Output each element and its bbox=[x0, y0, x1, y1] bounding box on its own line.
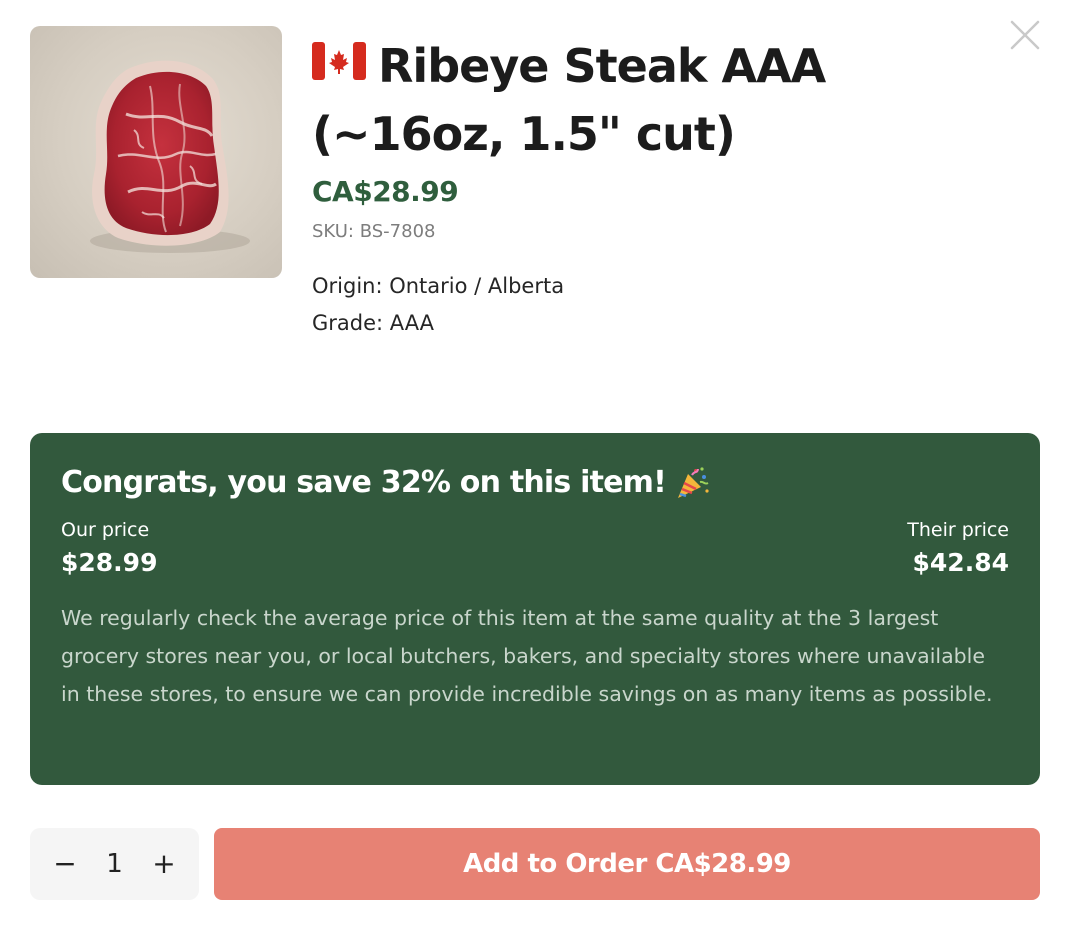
quantity-value: 1 bbox=[106, 849, 123, 879]
close-icon bbox=[1010, 20, 1040, 50]
product-sku: SKU: BS-7808 bbox=[312, 220, 436, 242]
decrement-button[interactable]: − bbox=[52, 850, 78, 878]
add-to-order-button[interactable]: Add to Order CA$28.99 bbox=[214, 828, 1040, 900]
party-popper-icon bbox=[674, 465, 710, 501]
product-modal: Ribeye Steak AAA (~16oz, 1.5" cut) CA$28… bbox=[0, 0, 1068, 928]
their-price-value: $42.84 bbox=[912, 548, 1009, 577]
product-image bbox=[30, 26, 282, 278]
product-title: Ribeye Steak AAA (~16oz, 1.5" cut) bbox=[312, 34, 912, 166]
our-price-label: Our price bbox=[61, 519, 150, 541]
savings-headline-text: Congrats, you save 32% on this item! bbox=[61, 465, 667, 500]
product-grade: Grade: AAA bbox=[312, 310, 435, 335]
product-price: CA$28.99 bbox=[312, 174, 459, 208]
product-origin: Origin: Ontario / Alberta bbox=[312, 273, 565, 298]
price-comparison: Our price $28.99 Their price $42.84 bbox=[61, 517, 1009, 581]
quantity-stepper: − 1 + bbox=[30, 828, 199, 900]
our-price-value: $28.99 bbox=[61, 548, 158, 577]
their-price-block: Their price $42.84 bbox=[907, 517, 1009, 581]
savings-headline: Congrats, you save 32% on this item! bbox=[61, 461, 1009, 505]
their-price-label: Their price bbox=[907, 519, 1009, 541]
ribeye-steak-image bbox=[90, 60, 250, 253]
our-price-block: Our price $28.99 bbox=[61, 517, 157, 581]
product-info: Ribeye Steak AAA (~16oz, 1.5" cut) CA$28… bbox=[312, 34, 912, 342]
increment-button[interactable]: + bbox=[151, 850, 177, 878]
close-button[interactable] bbox=[1006, 16, 1044, 54]
product-title-text: Ribeye Steak AAA (~16oz, 1.5" cut) bbox=[312, 39, 826, 161]
savings-banner: Congrats, you save 32% on this item! Our… bbox=[30, 433, 1040, 785]
savings-description: We regularly check the average price of … bbox=[61, 606, 993, 706]
canada-flag-icon bbox=[312, 32, 366, 96]
